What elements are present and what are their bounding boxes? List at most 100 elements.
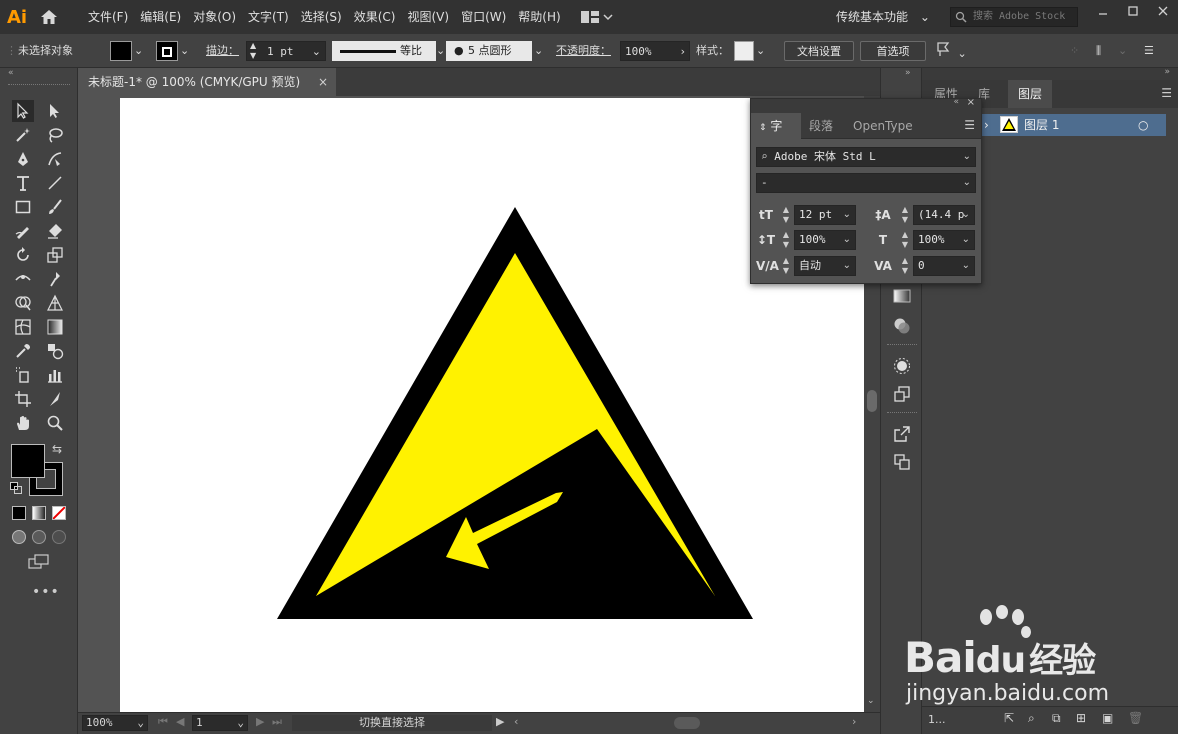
tracking-field[interactable]: 0 ⌄ [913,256,975,276]
document-tab[interactable]: 未标题-1* @ 100% (CMYK/GPU 预览) × [78,68,336,96]
export-panel-icon[interactable] [892,424,912,444]
transform-icon[interactable]: ⫼ [1096,41,1112,61]
fill-swatch[interactable] [110,41,132,61]
stroke-weight-field[interactable]: ▲ ▼ 1 pt ⌄ [246,41,326,61]
fill-dropdown[interactable]: ⌄ [134,41,148,61]
toolbar-grip[interactable] [8,84,70,86]
menu-object[interactable]: 对象(O) [187,0,242,34]
direct-selection-tool-icon[interactable] [44,100,66,122]
font-style-field[interactable]: - ⌄ [756,173,976,193]
pen-tool-icon[interactable] [12,148,34,170]
shaper-tool-icon[interactable] [12,220,34,242]
collapse-toolbar-icon[interactable]: « [8,68,14,78]
none-mode-button[interactable] [52,506,66,520]
grip-handle[interactable]: ⋮ [6,41,17,61]
shape-builder-tool-icon[interactable] [12,292,34,314]
menu-select[interactable]: 选择(S) [295,0,348,34]
align-grid-icon[interactable]: ⁘ [1070,41,1084,61]
swap-fill-stroke-icon[interactable]: ⇆ [52,442,62,456]
tool-status[interactable]: 切换直接选择 [292,715,492,731]
horizontal-scale-field[interactable]: 100% ⌄ [913,230,975,250]
panel-menu-icon[interactable]: ☰ [964,118,975,132]
rectangle-tool-icon[interactable] [12,196,34,218]
artboards-panel-icon[interactable] [892,452,912,472]
color-mode-button[interactable] [12,506,26,520]
vertical-scale-stepper[interactable]: ▲ ▼ [780,230,792,250]
home-icon[interactable] [34,0,64,34]
last-artboard-icon[interactable]: ⏭ [272,715,282,729]
kerning-stepper[interactable]: ▲ ▼ [780,256,792,276]
stroke-swatch[interactable] [156,41,178,61]
vertical-scale-field[interactable]: 100% ⌄ [794,230,856,250]
spin-arrows[interactable]: ▲ ▼ [250,41,256,61]
selection-tool-icon[interactable] [12,100,34,122]
type-tool-icon[interactable] [12,172,34,194]
menu-effect[interactable]: 效果(C) [348,0,402,34]
fill-color-swatch[interactable] [11,444,45,478]
brush-dropdown-arrow[interactable]: ⌄ [534,41,548,61]
artboard-tool-icon[interactable] [12,388,34,410]
gradient-mode-button[interactable] [32,506,46,520]
close-button[interactable] [1148,0,1178,22]
blend-tool-icon[interactable] [44,340,66,362]
appearance-panel-icon[interactable] [892,356,912,376]
leading-field[interactable]: (14.4 p ⌄ [913,205,975,225]
style-dropdown[interactable]: ⌄ [756,41,770,61]
collapse-panel-icon[interactable]: » [1164,67,1170,77]
screen-mode-icon[interactable] [28,554,50,570]
tab-opentype[interactable]: OpenType [845,113,921,139]
quick-actions-button[interactable]: ⌄ [936,41,967,61]
horizontal-scale-stepper[interactable]: ▲ ▼ [899,230,911,250]
paintbrush-tool-icon[interactable] [44,196,66,218]
lasso-tool-icon[interactable] [44,124,66,146]
mesh-tool-icon[interactable] [12,316,34,338]
default-fill-stroke-icon[interactable] [10,482,22,494]
menu-type[interactable]: 文字(T) [242,0,295,34]
leading-stepper[interactable]: ▲ ▼ [899,205,911,225]
slice-tool-icon[interactable] [44,388,66,410]
tab-character[interactable]: ⇕ 字符 [751,113,801,161]
rotate-tool-icon[interactable] [12,244,34,266]
close-panel-icon[interactable]: × [967,97,975,108]
stock-search-input[interactable]: 搜索 Adobe Stock [950,7,1078,27]
graphic-styles-panel-icon[interactable] [892,384,912,404]
tab-layers[interactable]: 图层 [1008,80,1053,108]
scroll-right-icon[interactable]: › [852,715,856,728]
font-size-field[interactable]: 12 pt ⌄ [794,205,856,225]
panel-menu-icon[interactable]: ☰ [1161,86,1172,100]
line-segment-tool-icon[interactable] [44,172,66,194]
scroll-left-icon[interactable]: ‹ [514,715,518,728]
puppet-warp-tool-icon[interactable] [44,268,66,290]
expand-dock-icon[interactable]: » [905,68,911,78]
control-menu-icon[interactable]: ☰ [1144,41,1158,61]
zoom-field[interactable]: 100% ⌄ [82,715,148,731]
document-setup-button[interactable]: 文档设置 [784,41,854,61]
menu-window[interactable]: 窗口(W) [455,0,512,34]
scale-tool-icon[interactable] [44,244,66,266]
horizontal-scroll-thumb[interactable] [674,717,700,729]
eyedropper-tool-icon[interactable] [12,340,34,362]
chevron-down-icon[interactable]: ⌄ [1118,41,1128,61]
gradient-panel-icon[interactable] [892,286,912,306]
draw-behind-icon[interactable] [32,530,46,544]
tracking-stepper[interactable]: ▲ ▼ [899,256,911,276]
workspace-switcher[interactable]: 传统基本功能 ⌄ [836,0,930,34]
perspective-grid-tool-icon[interactable] [44,292,66,314]
preferences-button[interactable]: 首选项 [860,41,926,61]
column-graph-tool-icon[interactable] [44,364,66,386]
gradient-tool-icon[interactable] [44,316,66,338]
close-tab-icon[interactable]: × [318,68,328,96]
stroke-color-dropdown[interactable]: ⌄ [180,41,194,61]
menu-file[interactable]: 文件(F) [82,0,134,34]
scroll-down-icon[interactable]: ⌄ [867,696,875,706]
opacity-label[interactable]: 不透明度： [556,41,611,61]
brush-dropdown[interactable]: ● 5 点圆形 [446,41,532,61]
width-tool-icon[interactable] [12,268,34,290]
transparency-panel-icon[interactable] [892,316,912,336]
collapse-panel-icon[interactable]: « [953,97,959,107]
menu-view[interactable]: 视图(V) [401,0,455,34]
font-size-stepper[interactable]: ▲ ▼ [780,205,792,225]
font-family-field[interactable]: ⌕ Adobe 宋体 Std L ⌄ [756,147,976,167]
style-swatch[interactable] [734,41,754,61]
character-panel-titlebar[interactable]: « × [751,97,981,113]
